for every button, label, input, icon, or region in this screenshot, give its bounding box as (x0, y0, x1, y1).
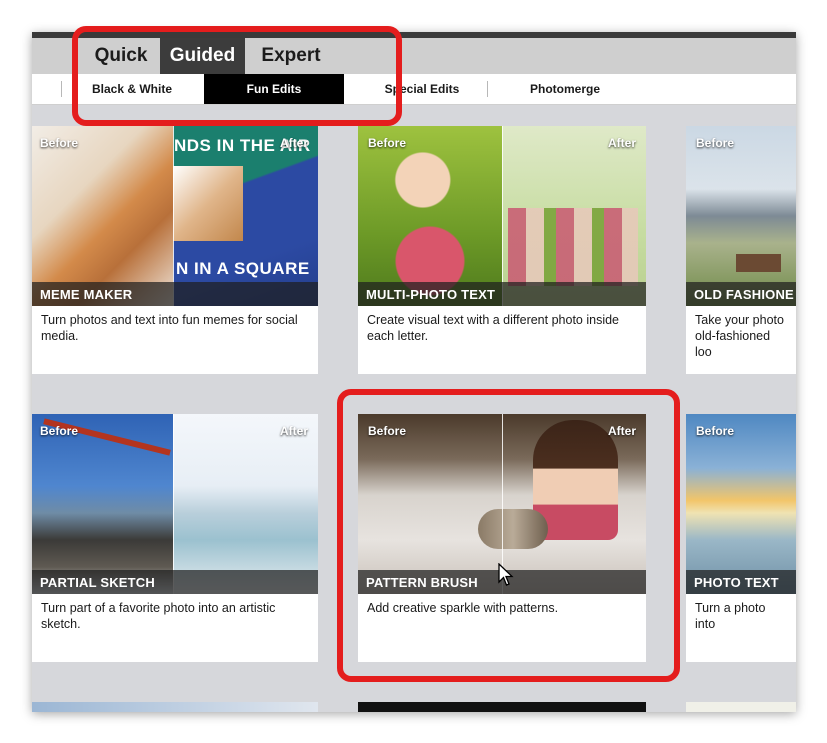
card-photo-text[interactable]: Before PHOTO TEXT Turn a photo into (686, 414, 796, 662)
card-partial-bottom-3[interactable] (686, 702, 796, 712)
card-title: PHOTO TEXT (694, 575, 779, 590)
card-multi-photo-text[interactable]: Before After MULTI-PHOTO TEXT Create vis… (358, 126, 646, 374)
card-description: Create visual text with a different phot… (367, 313, 619, 343)
card-meme-maker[interactable]: NDS IN THE AIR N IN A SQUARE Before Afte… (32, 126, 318, 374)
card-old-fashioned[interactable]: Before OLD FASHIONE Take your photo old-… (686, 126, 796, 374)
meme-maker-thumbnail: NDS IN THE AIR N IN A SQUARE Before Afte… (32, 126, 318, 306)
card-description: Turn photos and text into fun memes for … (41, 313, 298, 343)
multi-photo-text-thumbnail: Before After MULTI-PHOTO TEXT (358, 126, 646, 306)
card-partial-bottom-1[interactable] (32, 702, 318, 712)
meme-bottom-text: N IN A SQUARE (176, 259, 310, 278)
subtab-photomerge[interactable]: Photomerge (500, 74, 630, 104)
photo-text-thumbnail: Before PHOTO TEXT (686, 414, 796, 594)
highlight-box-tabs (72, 26, 402, 126)
before-label: Before (40, 424, 79, 438)
after-label: After (607, 136, 636, 150)
card-description: Turn a photo into (695, 601, 766, 631)
card-title: PARTIAL SKETCH (40, 575, 155, 590)
card-title: MEME MAKER (40, 287, 133, 302)
before-label: Before (368, 136, 407, 150)
highlight-box-pattern-brush (337, 389, 680, 682)
card-description: Turn part of a favorite photo into an ar… (41, 601, 276, 631)
card-partial-bottom-2[interactable] (358, 702, 646, 712)
card-title: MULTI-PHOTO TEXT (366, 287, 496, 302)
mouse-cursor-icon (498, 563, 514, 586)
before-label: Before (696, 136, 735, 150)
separator (61, 81, 62, 97)
separator (487, 81, 488, 97)
card-description: Take your photo old-fashioned loo (695, 313, 784, 359)
after-label: After (279, 424, 308, 438)
before-label: Before (40, 136, 79, 150)
old-fashioned-thumbnail: Before OLD FASHIONE (686, 126, 796, 306)
after-label: After (279, 136, 308, 150)
card-title: OLD FASHIONE (694, 287, 794, 302)
before-label: Before (696, 424, 735, 438)
partial-sketch-thumbnail: Before After PARTIAL SKETCH (32, 414, 318, 594)
card-partial-sketch[interactable]: Before After PARTIAL SKETCH Turn part of… (32, 414, 318, 662)
